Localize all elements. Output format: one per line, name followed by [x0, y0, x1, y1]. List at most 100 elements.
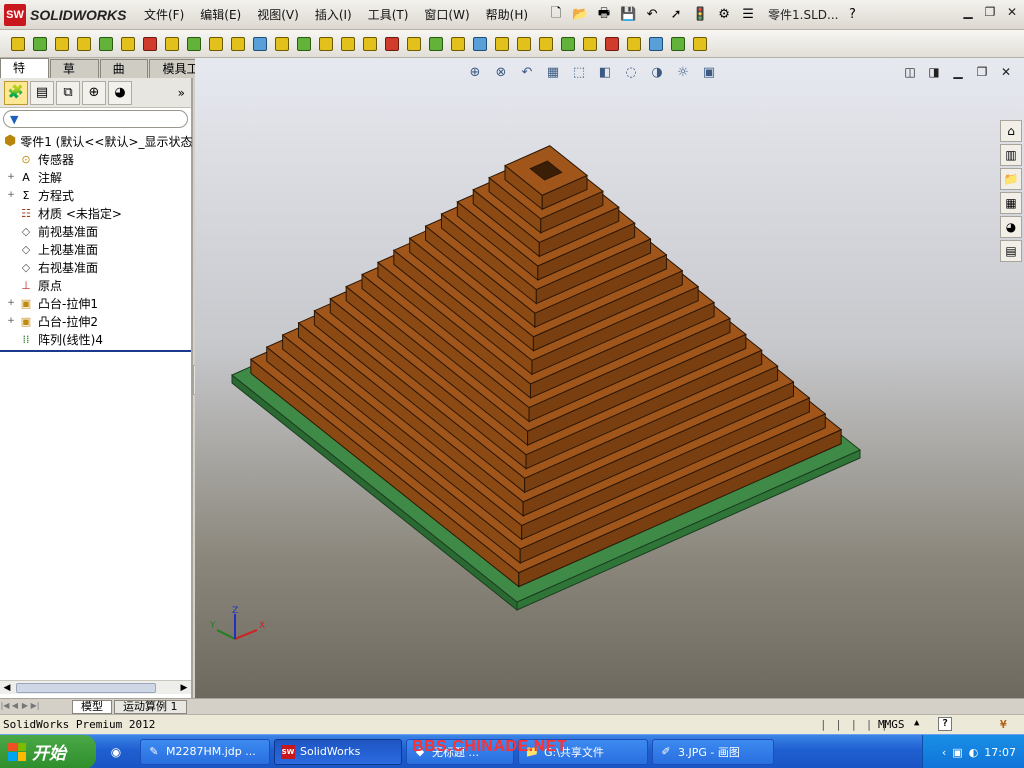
unit-system[interactable]: MMGS — [878, 718, 905, 731]
menu-item-5[interactable]: 窗口(W) — [416, 3, 477, 27]
spline-icon[interactable] — [668, 34, 688, 54]
print-icon[interactable]: 🖶 — [594, 5, 614, 25]
feature-manager-icon[interactable]: 🧩 — [4, 80, 28, 105]
volume-icon[interactable]: ◐ — [969, 746, 979, 759]
tree-item[interactable]: + Σ 方程式 — [0, 186, 191, 204]
tree-horizontal-scrollbar[interactable]: ◀ ▶ — [0, 680, 191, 694]
taskbar-button[interactable]: ✐ 3.JPG - 画图 — [652, 738, 774, 765]
draft-icon[interactable] — [316, 34, 336, 54]
3d-sketch-icon[interactable] — [646, 34, 666, 54]
menu-item-1[interactable]: 编辑(E) — [192, 3, 249, 27]
tab-1[interactable]: 草图 — [49, 59, 99, 94]
wire-icon[interactable] — [690, 34, 710, 54]
rebuild-icon[interactable]: 🚦 — [690, 5, 710, 25]
tree-item[interactable]: +◇右视基准面 — [0, 258, 191, 276]
revolved-boss-icon[interactable] — [30, 34, 50, 54]
property-manager-icon[interactable]: ▤ — [30, 80, 54, 105]
extruded-boss-icon[interactable] — [8, 34, 28, 54]
expand-icon[interactable]: + — [6, 298, 16, 308]
rib-icon[interactable] — [294, 34, 314, 54]
tree-item[interactable]: +◇前视基准面 — [0, 222, 191, 240]
move-copy-icon[interactable] — [558, 34, 578, 54]
configuration-manager-icon[interactable]: ⧉ — [56, 80, 80, 105]
lofted-cut-icon[interactable] — [206, 34, 226, 54]
fillet-icon[interactable] — [250, 34, 270, 54]
rapid-sketch-icon[interactable] — [514, 34, 534, 54]
expand-icon[interactable]: + — [6, 316, 16, 326]
taskbar-button[interactable]: ✎ M2287HM.jdp ... — [140, 738, 270, 765]
scroll-thumb[interactable] — [16, 683, 156, 693]
tab-2[interactable]: 曲面 — [99, 59, 149, 94]
curves-icon[interactable] — [470, 34, 490, 54]
intersect-icon[interactable] — [404, 34, 424, 54]
tree-item[interactable]: +⊙传感器 — [0, 150, 191, 168]
shell-icon[interactable] — [338, 34, 358, 54]
boundary-cut-icon[interactable] — [228, 34, 248, 54]
menu-item-6[interactable]: 帮助(H) — [478, 3, 536, 27]
expand-icon[interactable]: + — [6, 172, 16, 182]
open-icon[interactable]: 📂 — [570, 5, 590, 25]
next-tab-icon[interactable]: ▶ — [20, 701, 30, 713]
scroll-right-icon[interactable]: ▶ — [177, 681, 191, 695]
combine-icon[interactable] — [624, 34, 644, 54]
tree-item[interactable]: + A 注解 — [0, 168, 191, 186]
close-icon[interactable]: ✕ — [1004, 4, 1020, 20]
swept-boss-icon[interactable] — [52, 34, 72, 54]
undo-icon[interactable]: ↶ — [642, 5, 662, 25]
pyramid-model[interactable] — [195, 58, 1024, 698]
clock[interactable]: 17:07 — [984, 746, 1016, 759]
bottom-tab-0[interactable]: 模型 — [72, 699, 112, 714]
mirror-icon[interactable] — [426, 34, 446, 54]
tab-0[interactable]: 特征 — [0, 58, 49, 93]
dimxpert-manager-icon[interactable]: ⊕ — [82, 80, 106, 105]
select-icon[interactable]: ➚ — [666, 5, 686, 25]
tree-item[interactable]: + ▣ 凸台-拉伸1 — [0, 294, 191, 312]
tree-filter-input[interactable]: ▼ — [3, 110, 188, 128]
solidworks-logo[interactable]: SW SOLIDWORKS — [0, 0, 136, 30]
delete-body-icon[interactable] — [580, 34, 600, 54]
revolved-cut-icon[interactable] — [162, 34, 182, 54]
graphics-area[interactable]: ⊕ ⊗ ↶ ▦ ⬚ ◧ ◌ ◑ ☼ ▣ ◫ ◨ ▁ ❐ ✕ ⌂ ▥ 📁 ▦ ◕ … — [195, 58, 1024, 698]
instant3d-icon[interactable] — [492, 34, 512, 54]
tree-item[interactable]: +☷材质 <未指定> — [0, 204, 191, 222]
menu-item-4[interactable]: 工具(T) — [360, 3, 417, 27]
tree-item[interactable]: + ▣ 凸台-拉伸2 — [0, 312, 191, 330]
quick-tips-button[interactable]: ? — [938, 717, 952, 731]
tree-root[interactable]: ⬢ 零件1 (默认<<默认>_显示状态 — [0, 132, 193, 150]
new-icon[interactable]: 🗋 — [546, 5, 566, 25]
hole-wizard-icon[interactable] — [140, 34, 160, 54]
split-icon[interactable] — [602, 34, 622, 54]
menu-item-0[interactable]: 文件(F) — [136, 3, 192, 27]
save-icon[interactable]: 💾 — [618, 5, 638, 25]
more-tabs-icon[interactable]: » — [178, 86, 185, 100]
first-tab-icon[interactable]: |◀ — [0, 701, 10, 713]
rollback-bar[interactable] — [0, 350, 191, 352]
reference-geometry-icon[interactable] — [448, 34, 468, 54]
bottom-tab-1[interactable]: 运动算例 1 — [114, 699, 187, 714]
restore-icon[interactable]: ❐ — [982, 4, 998, 20]
minimize-icon[interactable]: ▁ — [960, 4, 976, 20]
options-icon[interactable]: ⚙ — [714, 5, 734, 25]
menu-item-2[interactable]: 视图(V) — [249, 3, 307, 27]
unit-menu-icon[interactable]: ▲ — [914, 718, 919, 728]
lofted-boss-icon[interactable] — [74, 34, 94, 54]
last-tab-icon[interactable]: ▶| — [30, 701, 40, 713]
tree-item[interactable]: +◇上视基准面 — [0, 240, 191, 258]
start-button[interactable]: 开始 — [0, 734, 96, 768]
extruded-cut-icon[interactable] — [118, 34, 138, 54]
boundary-boss-icon[interactable] — [96, 34, 116, 54]
network-icon[interactable]: ▣ — [952, 746, 962, 759]
scroll-left-icon[interactable]: ◀ — [0, 681, 14, 695]
display-manager-icon[interactable]: ◕ — [108, 80, 132, 105]
tree-item[interactable]: +⁞⁞阵列(线性)4 — [0, 330, 191, 348]
taskbar-button[interactable]: SW SolidWorks — [274, 738, 402, 765]
dome-icon[interactable] — [382, 34, 402, 54]
prev-tab-icon[interactable]: ◀ — [10, 701, 20, 713]
help-icon[interactable]: ? — [842, 5, 862, 25]
scale-icon[interactable] — [536, 34, 556, 54]
tree-item[interactable]: +⊥原点 — [0, 276, 191, 294]
swept-cut-icon[interactable] — [184, 34, 204, 54]
menu-item-3[interactable]: 插入(I) — [307, 3, 360, 27]
expand-icon[interactable]: + — [6, 190, 16, 200]
linear-pattern-icon[interactable] — [272, 34, 292, 54]
